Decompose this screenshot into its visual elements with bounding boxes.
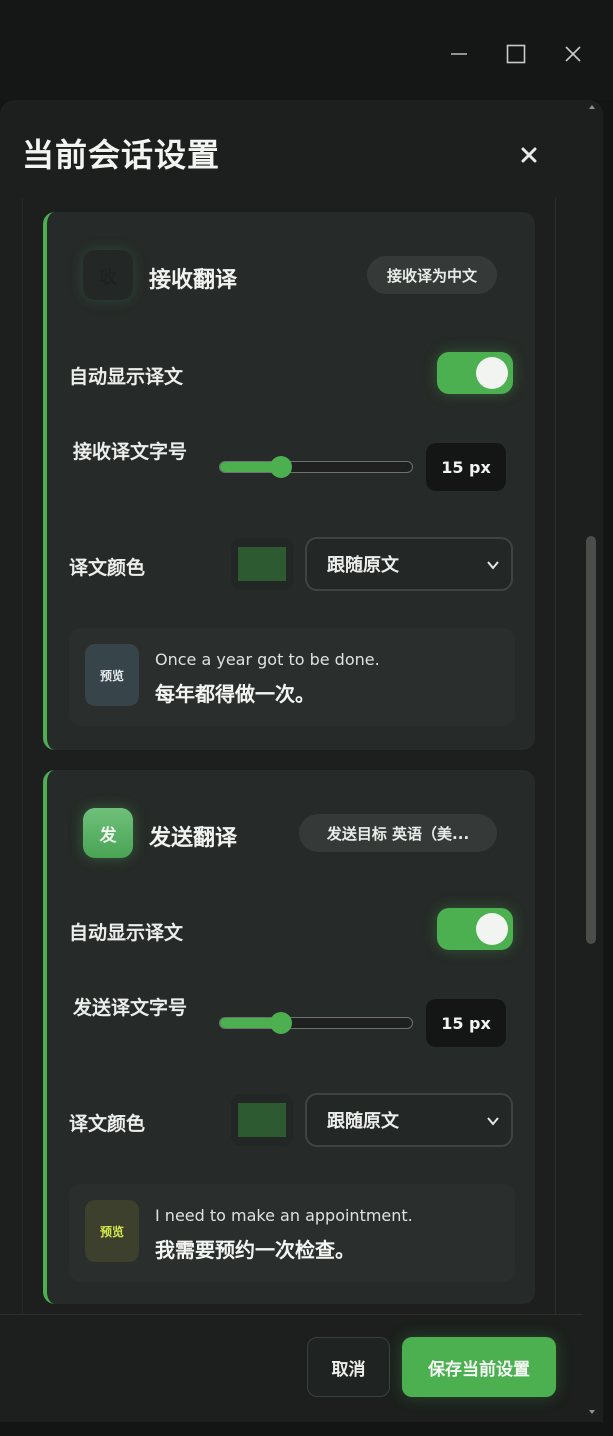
receive-card-title: 接收翻译 (149, 268, 238, 293)
window-titlebar (0, 0, 613, 100)
dialog-close-button[interactable] (514, 140, 544, 170)
receive-font-size-slider[interactable] (219, 456, 413, 478)
slider-thumb[interactable] (270, 456, 293, 478)
close-icon (565, 46, 581, 62)
dialog-footer: 取消 保存当前设置 (0, 1314, 583, 1422)
receive-preview: 预览 Once a year got to be done. 每年都得做一次。 (69, 628, 515, 726)
settings-scroll-area[interactable]: 收 接收翻译 接收译为中文 自动显示译文 接收译文字号 15 px 译文颜色 跟… (22, 198, 556, 1314)
send-preview: 预览 I need to make an appointment. 我需要预约一… (69, 1184, 515, 1282)
maximize-icon (506, 44, 526, 64)
preview-tag: 预览 (85, 1200, 139, 1262)
send-preview-translation: 我需要预约一次检查。 (155, 1238, 355, 1262)
preview-tag: 预览 (85, 644, 139, 706)
scrollbar[interactable] (583, 100, 599, 1420)
receive-color-select[interactable]: 跟随原文 (305, 537, 513, 591)
receive-icon: 收 (83, 250, 133, 300)
receive-translation-card: 收 接收翻译 接收译为中文 自动显示译文 接收译文字号 15 px 译文颜色 跟… (43, 212, 535, 750)
minimize-button[interactable] (443, 38, 475, 70)
chevron-down-icon (487, 1117, 499, 1126)
slider-thumb[interactable] (270, 1012, 293, 1034)
window-close-button[interactable] (557, 38, 589, 70)
receive-preview-translation: 每年都得做一次。 (155, 682, 315, 706)
dialog-title: 当前会话设置 (22, 136, 221, 174)
save-settings-button[interactable]: 保存当前设置 (402, 1337, 556, 1397)
receive-auto-show-label: 自动显示译文 (69, 366, 184, 388)
minimize-icon (451, 53, 467, 55)
scrollbar-thumb[interactable] (586, 536, 596, 944)
scroll-down-icon[interactable] (589, 1410, 595, 1414)
toggle-knob (476, 913, 508, 945)
send-translation-card: 发 发送翻译 发送目标 英语（美... 自动显示译文 发送译文字号 15 px … (43, 770, 535, 1304)
send-icon: 发 (83, 808, 133, 858)
send-color-select[interactable]: 跟随原文 (305, 1093, 513, 1147)
receive-color-label: 译文颜色 (69, 557, 146, 579)
receive-font-size-label: 接收译文字号 (73, 441, 188, 463)
toggle-knob (476, 357, 508, 389)
receive-color-swatch (238, 547, 286, 581)
receive-color-picker[interactable] (231, 538, 293, 590)
send-target-badge: 发送目标 英语（美... (299, 814, 497, 852)
send-color-swatch (238, 1103, 286, 1137)
maximize-button[interactable] (500, 38, 532, 70)
send-color-select-value: 跟随原文 (327, 1111, 399, 1132)
send-auto-show-toggle[interactable] (437, 908, 513, 950)
receive-color-select-value: 跟随原文 (327, 555, 399, 576)
receive-auto-show-toggle[interactable] (437, 352, 513, 394)
receive-preview-source: Once a year got to be done. (155, 650, 380, 669)
send-color-picker[interactable] (231, 1094, 293, 1146)
send-preview-source: I need to make an appointment. (155, 1206, 413, 1225)
receive-target-badge: 接收译为中文 (367, 256, 497, 294)
session-settings-dialog: 当前会话设置 收 接收翻译 接收译为中文 自动显示译文 接收译文字号 15 px… (0, 100, 603, 1422)
send-font-size-value: 15 px (426, 999, 506, 1047)
receive-font-size-value: 15 px (426, 443, 506, 491)
send-color-label: 译文颜色 (69, 1113, 146, 1135)
chevron-down-icon (487, 561, 499, 570)
cancel-button[interactable]: 取消 (307, 1337, 390, 1397)
close-icon (521, 147, 537, 163)
send-card-title: 发送翻译 (149, 826, 238, 851)
send-font-size-slider[interactable] (219, 1012, 413, 1034)
send-font-size-label: 发送译文字号 (73, 997, 188, 1019)
send-auto-show-label: 自动显示译文 (69, 922, 184, 944)
scroll-up-icon[interactable] (589, 105, 595, 109)
